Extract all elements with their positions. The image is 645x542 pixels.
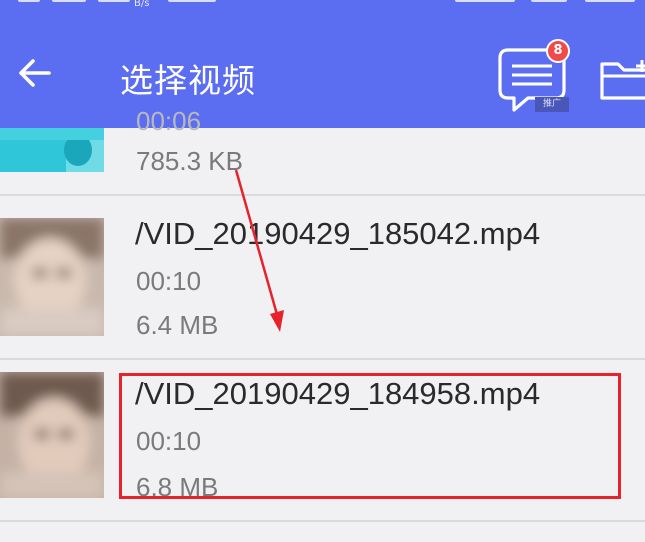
file-duration: 00:10 [136, 266, 202, 296]
file-duration: 00:06 [136, 106, 202, 136]
video-thumbnail [0, 372, 104, 498]
video-picker-screen: B/s 选择视频 8 推广 00:06 785.3 KB /VID_201904… [0, 0, 645, 542]
status-icons-left [0, 0, 240, 8]
file-duration: 00:10 [136, 426, 202, 456]
file-name: /VID_20190429_185042.mp4 [135, 216, 541, 251]
file-name: /VID_20190429_184958.mp4 [135, 376, 541, 411]
video-file-list: 00:06 785.3 KB /VID_20190429_185042.mp4 … [0, 106, 645, 542]
network-speed-unit: B/s [134, 0, 150, 9]
list-item[interactable]: /VID_20190429_185042.mp4 00:10 6.4 MB [0, 196, 645, 360]
file-size: 6.4 MB [136, 310, 219, 340]
list-item[interactable]: /VID_20190429_184958.mp4 00:10 6.8 MB [0, 360, 645, 522]
video-thumbnail [0, 128, 104, 172]
video-thumbnail [0, 218, 104, 336]
list-item[interactable]: 00:06 785.3 KB [0, 28, 645, 196]
file-size: 785.3 KB [136, 146, 243, 176]
status-bar: B/s [0, 0, 645, 18]
status-icons-right [435, 0, 645, 6]
file-size: 6.8 MB [136, 472, 219, 502]
